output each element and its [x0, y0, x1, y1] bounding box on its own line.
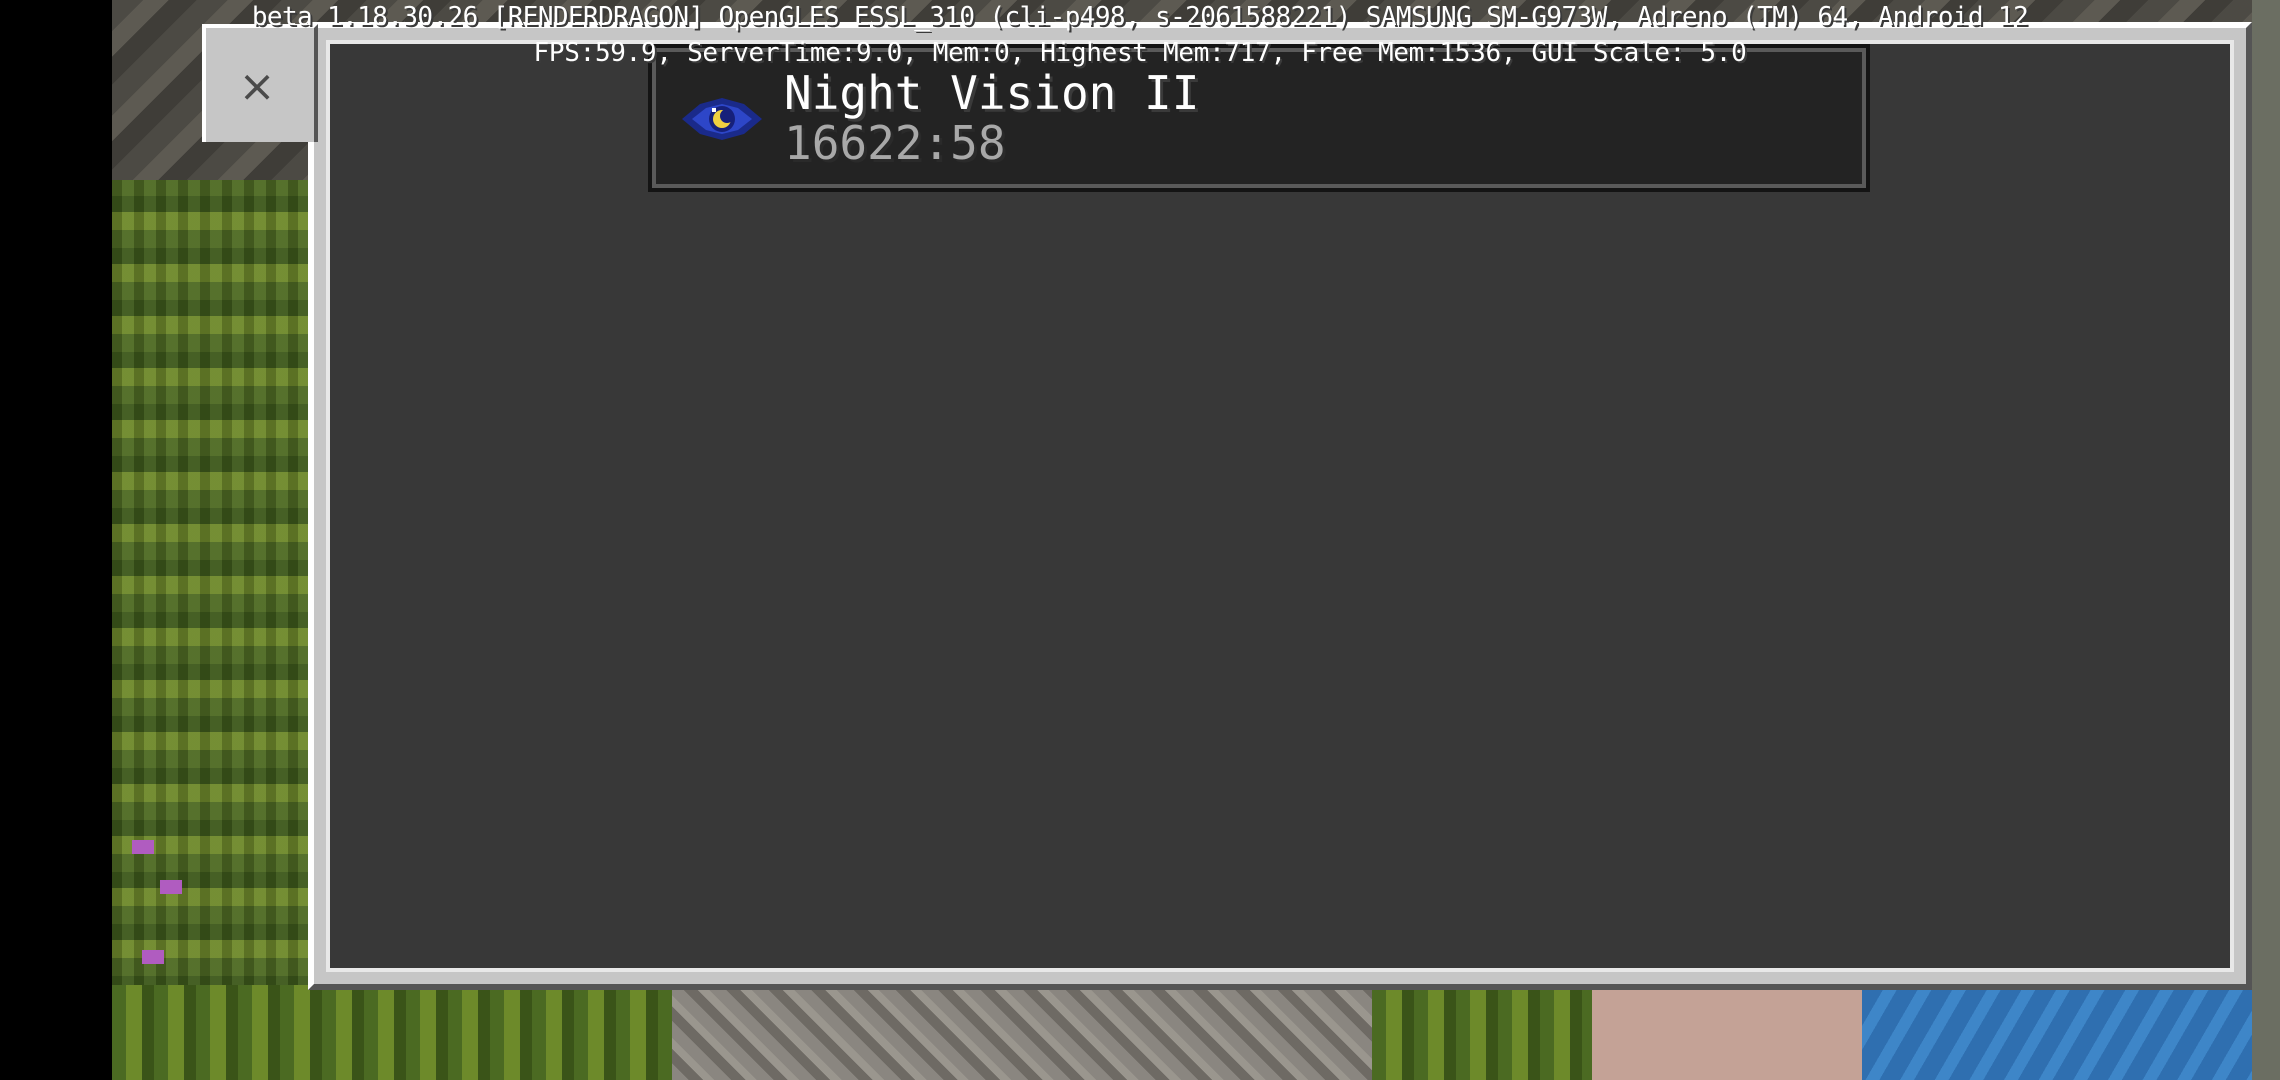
night-vision-eye-icon — [682, 98, 762, 140]
flower — [142, 950, 164, 964]
cobblestone-block — [672, 990, 1372, 1080]
stone-wall — [2252, 0, 2280, 1080]
flower — [160, 880, 182, 894]
close-icon: × — [238, 61, 276, 112]
leaf-blocks — [112, 180, 332, 1080]
effect-name: Night Vision II — [784, 66, 1200, 120]
effect-duration: 16622:58 — [784, 116, 1006, 170]
flower — [132, 840, 154, 854]
debug-info-line: beta 1.18.30.26 [RENDERDRAGON] OpenGLES … — [251, 2, 2029, 32]
player-hand — [1592, 990, 1862, 1080]
water-block — [1862, 990, 2280, 1080]
debug-stats-line: FPS:59.9, ServerTime:9.0, Mem:0, Highest… — [533, 38, 1747, 68]
